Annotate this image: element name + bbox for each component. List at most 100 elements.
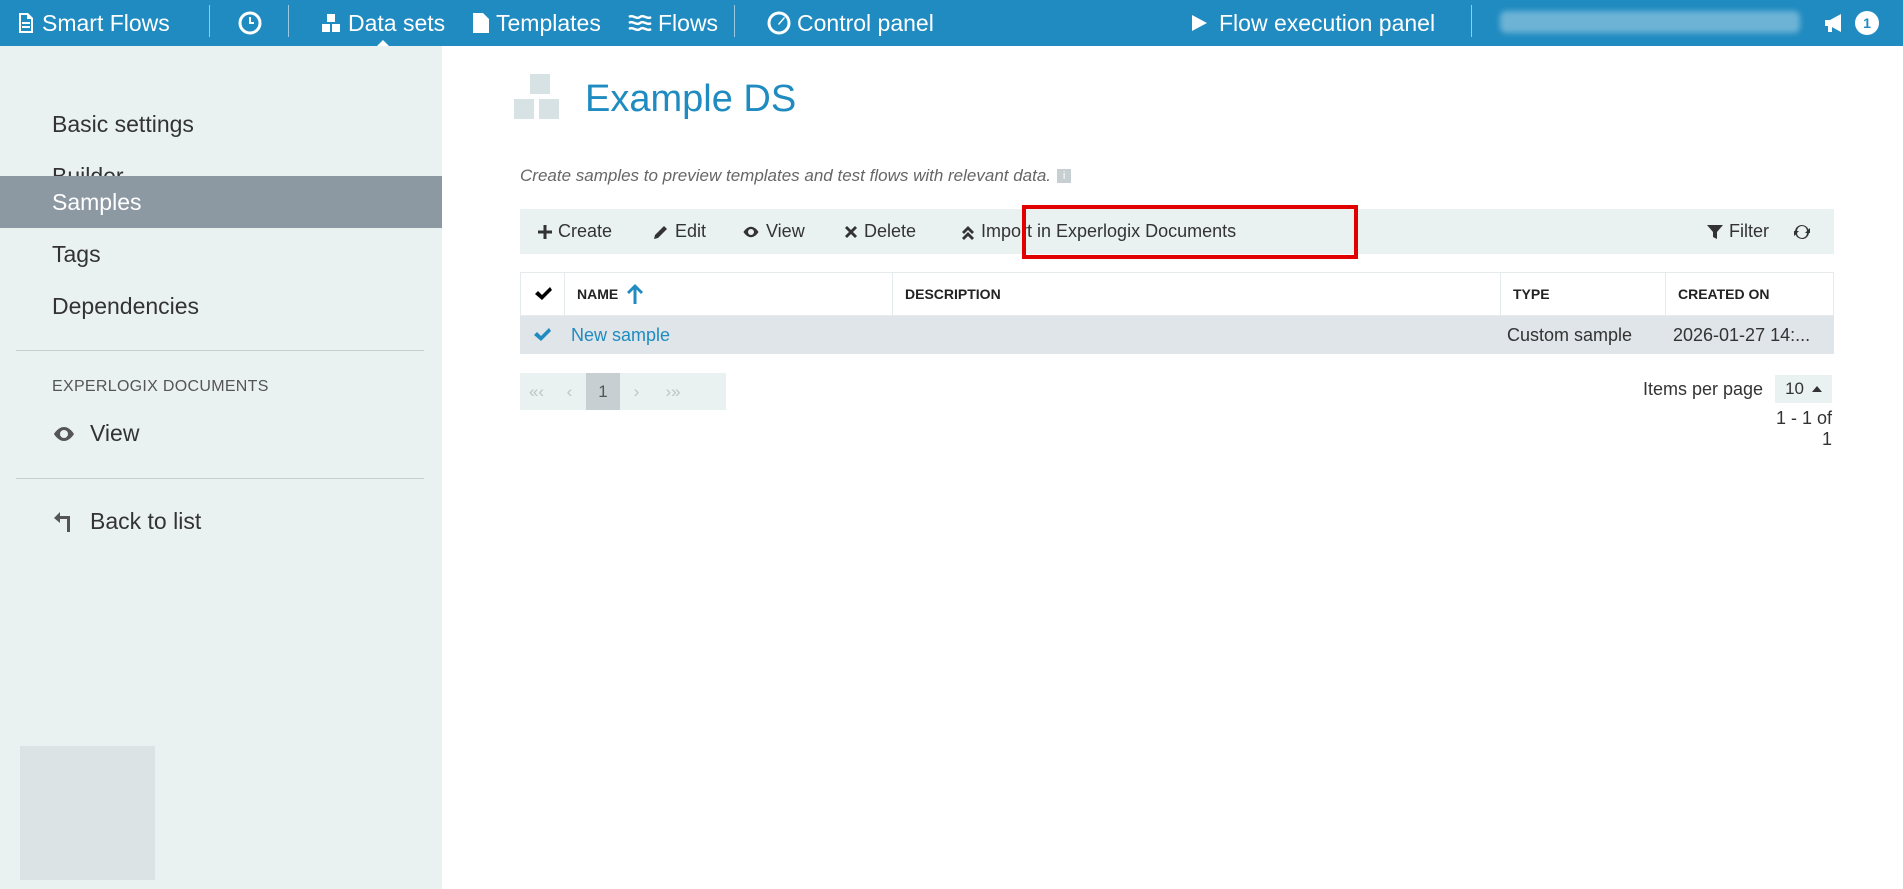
sample-type: Custom sample bbox=[1507, 324, 1633, 345]
info-icon[interactable]: i bbox=[1057, 169, 1072, 183]
sidebar-item-label: Basic settings bbox=[52, 110, 194, 137]
nav-control-panel-label: Control panel bbox=[797, 9, 934, 36]
sidebar-divider bbox=[16, 350, 424, 351]
filter-label: Filter bbox=[1729, 221, 1769, 241]
back-to-list-link[interactable]: Back to list bbox=[52, 508, 201, 535]
caret-up-icon bbox=[1812, 386, 1822, 392]
column-header-label: CREATED ON bbox=[1678, 286, 1770, 302]
items-per-page-select[interactable]: 10 bbox=[1775, 375, 1832, 403]
page-range: 1 - 1 of 1 bbox=[1775, 408, 1832, 449]
current-page-button[interactable]: 1 bbox=[586, 373, 620, 410]
nav-flow-execution-label: Flow execution panel bbox=[1219, 9, 1436, 36]
page-hint: Create samples to preview templates and … bbox=[520, 166, 1072, 186]
refresh-button[interactable] bbox=[1793, 209, 1811, 254]
view-label: View bbox=[766, 221, 805, 241]
items-per-page-label: Items per page bbox=[1643, 378, 1764, 399]
sample-created-on: 2026-01-27 14:... bbox=[1673, 324, 1811, 345]
items-per-page: Items per page 10 bbox=[1643, 375, 1832, 403]
refresh-icon bbox=[1794, 224, 1810, 239]
announcements-button[interactable] bbox=[1823, 0, 1847, 46]
sidebar-item-dependencies[interactable]: Dependencies bbox=[0, 280, 442, 332]
items-per-page-value: 10 bbox=[1785, 379, 1804, 398]
nav-control-panel[interactable]: Control panel bbox=[767, 0, 934, 46]
column-header-type[interactable]: TYPE bbox=[1501, 273, 1666, 315]
nav-templates-label: Templates bbox=[496, 9, 601, 36]
pagination: «‹ ‹ 1 › ›» bbox=[520, 373, 726, 410]
nav-divider bbox=[288, 5, 289, 37]
column-header-description[interactable]: DESCRIPTION bbox=[893, 273, 1501, 315]
delete-label: Delete bbox=[864, 221, 917, 241]
nav-flows-label: Flows bbox=[658, 9, 719, 36]
create-label: Create bbox=[558, 221, 613, 241]
notification-badge: 1 bbox=[1855, 11, 1879, 35]
user-menu[interactable] bbox=[1500, 11, 1800, 33]
close-icon bbox=[845, 225, 857, 238]
checkmark-icon bbox=[534, 328, 551, 341]
megaphone-icon bbox=[1825, 14, 1841, 32]
first-page-button[interactable]: «‹ bbox=[520, 373, 553, 410]
filter-button[interactable]: Filter bbox=[1707, 209, 1769, 254]
brand-label: Smart Flows bbox=[42, 9, 170, 36]
sidebar-footer-placeholder bbox=[20, 746, 155, 880]
nav-data-sets-label: Data sets bbox=[348, 9, 446, 36]
column-header-label: DESCRIPTION bbox=[905, 286, 1001, 302]
nav-divider bbox=[1471, 5, 1472, 37]
pencil-icon bbox=[654, 225, 667, 239]
nav-flows[interactable]: Flows bbox=[628, 0, 718, 46]
checkmark-icon bbox=[534, 287, 552, 300]
next-page-button[interactable]: › bbox=[620, 373, 653, 410]
smart-flows-logo-icon bbox=[19, 13, 33, 33]
page-title: Example DS bbox=[585, 78, 797, 120]
edit-button[interactable]: Edit bbox=[653, 209, 706, 254]
last-page-button[interactable]: ›» bbox=[653, 373, 693, 410]
data-set-icon bbox=[514, 74, 566, 126]
sort-ascending-icon bbox=[627, 284, 644, 304]
delete-button[interactable]: Delete bbox=[844, 209, 916, 254]
sidebar-item-samples[interactable]: Samples bbox=[0, 176, 442, 228]
view-button[interactable]: View bbox=[742, 209, 805, 254]
sidebar-item-label: Back to list bbox=[90, 508, 202, 534]
grid-header: NAME DESCRIPTION TYPE CREATED ON bbox=[520, 272, 1834, 316]
sidebar-divider bbox=[16, 478, 424, 479]
highlight-box bbox=[1022, 205, 1358, 259]
sidebar-section-title: EXPERLOGIX DOCUMENTS bbox=[52, 378, 269, 395]
select-all-checkbox[interactable] bbox=[521, 273, 565, 315]
sidebar-item-label: Tags bbox=[52, 240, 101, 267]
edit-label: Edit bbox=[675, 221, 707, 241]
column-header-name[interactable]: NAME bbox=[565, 273, 893, 315]
page-hint-text: Create samples to preview templates and … bbox=[520, 166, 1052, 185]
column-header-created-on[interactable]: CREATED ON bbox=[1666, 273, 1833, 315]
gauge-icon bbox=[767, 11, 791, 35]
double-chevron-up-icon bbox=[962, 225, 974, 240]
sidebar: Basic settings Builder Samples Tags Depe… bbox=[0, 46, 442, 889]
history-button[interactable] bbox=[238, 0, 262, 46]
back-arrow-icon bbox=[54, 511, 70, 532]
main-content: Example DS Create samples to preview tem… bbox=[442, 46, 1903, 889]
brand-link[interactable]: Smart Flows bbox=[16, 0, 170, 46]
sidebar-item-basic-settings[interactable]: Basic settings bbox=[0, 98, 442, 150]
eye-icon bbox=[54, 426, 74, 441]
document-icon bbox=[473, 13, 489, 33]
nav-data-sets[interactable]: Data sets bbox=[320, 0, 446, 47]
table-row[interactable]: New sample Custom sample 2026-01-27 14:.… bbox=[520, 316, 1834, 354]
nav-flow-execution[interactable]: Flow execution panel bbox=[1189, 0, 1435, 46]
sidebar-item-tags[interactable]: Tags bbox=[0, 228, 442, 280]
top-navbar: Smart Flows Data sets Templates Flows Co… bbox=[0, 0, 1903, 47]
data-sets-icon bbox=[322, 14, 340, 32]
flows-icon bbox=[628, 14, 652, 32]
create-button[interactable]: Create bbox=[538, 209, 612, 254]
nav-templates[interactable]: Templates bbox=[472, 0, 601, 46]
column-header-label: NAME bbox=[577, 286, 619, 302]
column-header-label: TYPE bbox=[1513, 286, 1550, 302]
sidebar-item-label: Dependencies bbox=[52, 292, 200, 319]
nav-divider bbox=[734, 5, 735, 37]
sidebar-item-label: Samples bbox=[52, 188, 142, 215]
sidebar-item-view[interactable]: View bbox=[52, 420, 139, 447]
nav-divider bbox=[209, 5, 210, 37]
row-checkbox[interactable] bbox=[520, 316, 564, 354]
plus-icon bbox=[538, 224, 552, 239]
eye-icon bbox=[743, 226, 759, 237]
sidebar-item-label: View bbox=[90, 420, 140, 446]
sample-name-link[interactable]: New sample bbox=[571, 316, 670, 354]
prev-page-button[interactable]: ‹ bbox=[553, 373, 586, 410]
